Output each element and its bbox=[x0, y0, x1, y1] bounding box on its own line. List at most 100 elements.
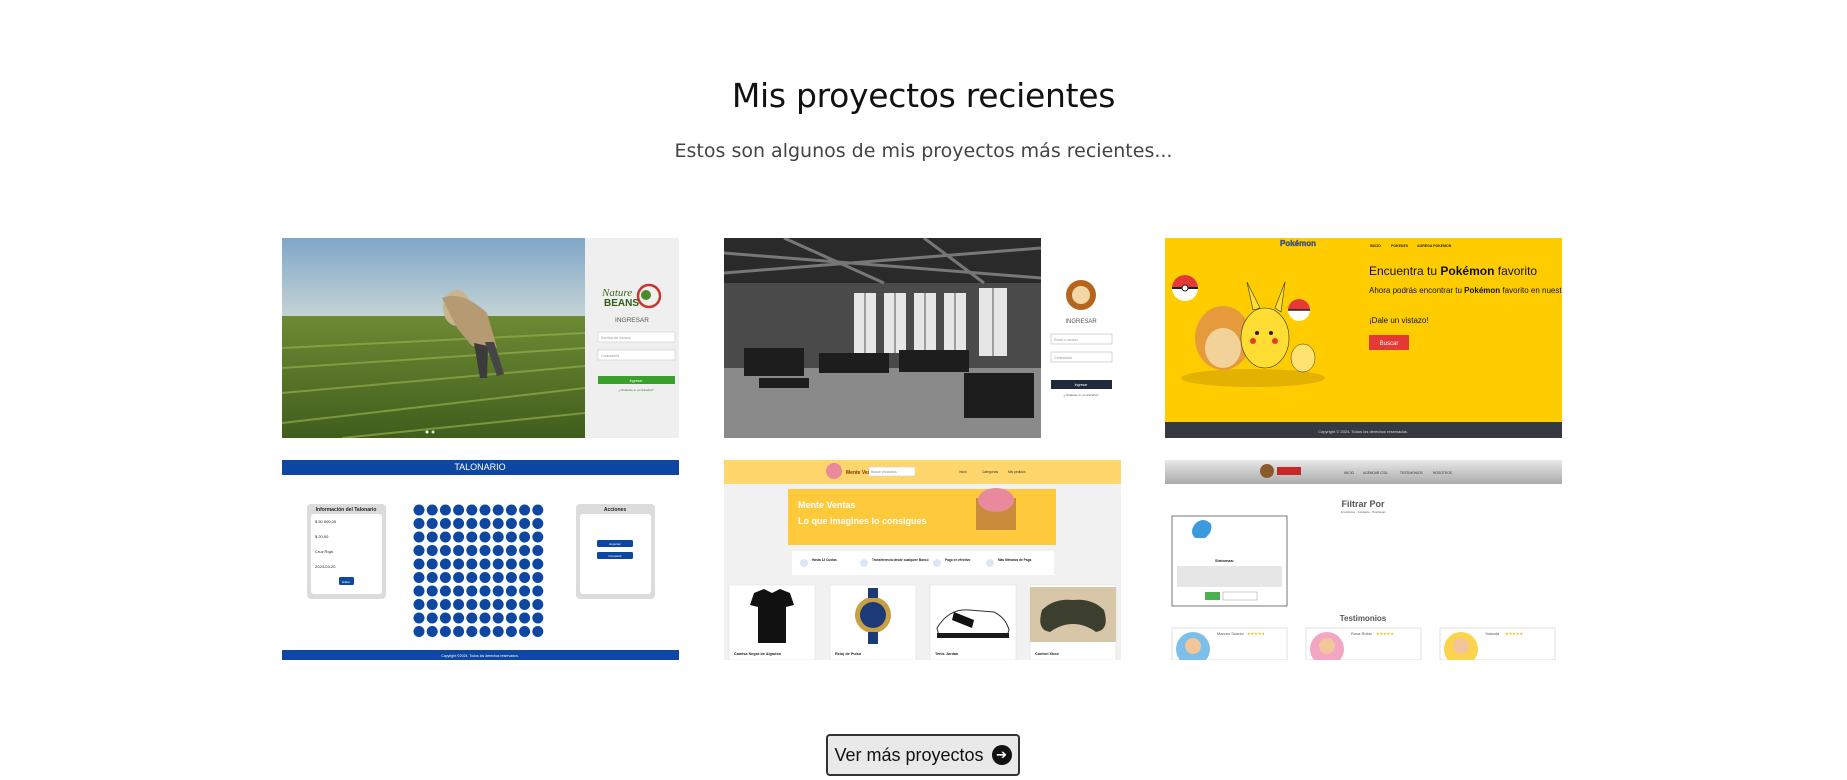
tal-number-cell bbox=[439, 504, 451, 516]
nb-login-button: Ingresar bbox=[630, 379, 644, 383]
tal-number-cell bbox=[466, 545, 478, 556]
tal-number-cell bbox=[492, 558, 504, 570]
tal-number-cell bbox=[453, 599, 465, 610]
tal-number-cell bbox=[532, 518, 544, 529]
tal-number-cell bbox=[492, 518, 504, 529]
pk-nav-0: INICIO bbox=[1370, 244, 1381, 248]
tal-number-cell bbox=[466, 612, 478, 624]
tal-number-cell bbox=[519, 558, 531, 570]
tal-number-cell bbox=[439, 585, 451, 597]
tal-number-cell bbox=[453, 585, 465, 597]
ms-testimonial-1: Rosa Rubio bbox=[1351, 631, 1373, 636]
tal-number-cell bbox=[466, 585, 478, 597]
tal-number-cell bbox=[492, 531, 504, 543]
tal-number-cell bbox=[532, 572, 544, 583]
pk-heading-pre: Encuentra tu bbox=[1369, 264, 1440, 278]
project-card-mente-sana[interactable]: INICIO AGENDAR CITA TESTIMONIOS NOSOTROS… bbox=[1165, 460, 1562, 660]
project-card-talonario[interactable]: TALONARIO Información del Talonario $ 50… bbox=[282, 460, 679, 660]
pk-nav-1: POKEDEX bbox=[1391, 244, 1409, 248]
svg-text:Encuentra tu Pokémon favorito: Encuentra tu Pokémon favorito bbox=[1369, 264, 1537, 278]
pk-heading-post: favorito bbox=[1494, 264, 1537, 278]
tal-number-cell bbox=[453, 545, 465, 556]
mv-feature-1: Transferencia desde cualquier Banco bbox=[872, 558, 929, 562]
tal-number-cell bbox=[466, 626, 478, 637]
tal-info-row-3: 2024-03-20 bbox=[315, 564, 336, 569]
mv-product-1: Reloj de Pulso bbox=[835, 652, 862, 656]
gym-screenshot: INGRESAR Email o usuario Contraseña Ingr… bbox=[724, 238, 1121, 438]
mv-banner-1: Mente Ventas bbox=[798, 500, 856, 510]
ms-filter-title: Filtrar Por bbox=[1341, 499, 1385, 509]
tal-number-cell bbox=[505, 531, 517, 543]
tal-number-cell bbox=[532, 531, 544, 543]
project-card-nature-beans[interactable]: Nature BEANS INGRESAR Escriba del usuari… bbox=[282, 238, 679, 438]
tal-number-cell bbox=[532, 585, 544, 597]
tal-number-cell bbox=[439, 558, 451, 570]
tal-edit-button: Editar bbox=[342, 580, 350, 584]
tal-number-cell bbox=[532, 558, 544, 570]
ms-nav-1: AGENDAR CITA bbox=[1363, 471, 1388, 475]
tal-number-cell bbox=[519, 612, 531, 624]
tal-number-cell bbox=[453, 626, 465, 637]
tal-action-0: Exportar bbox=[609, 542, 620, 546]
tal-number-cell bbox=[479, 545, 491, 556]
pk-search-button: Buscar bbox=[1380, 341, 1399, 347]
tal-number-cell bbox=[439, 518, 451, 529]
tal-number-cell bbox=[492, 599, 504, 610]
pk-heading-bold: Pokémon bbox=[1440, 264, 1494, 278]
tal-number-cell bbox=[519, 572, 531, 583]
tal-number-cell bbox=[439, 626, 451, 637]
tal-number-cell bbox=[426, 504, 438, 516]
tal-number-cell bbox=[426, 531, 438, 543]
tal-number-cell bbox=[492, 545, 504, 556]
ms-doctor-text: Síntomas: bbox=[1215, 558, 1234, 563]
project-card-gym[interactable]: INGRESAR Email o usuario Contraseña Ingr… bbox=[724, 238, 1121, 438]
project-card-pokedex[interactable]: Pokémon INICIO POKEDEX AGREGA POKEMON En… bbox=[1165, 238, 1562, 438]
mv-feature-3: Más Métodos de Pago bbox=[998, 558, 1032, 562]
ms-stars-2: ★★★★★ bbox=[1505, 631, 1523, 636]
tal-number-cell bbox=[413, 558, 425, 570]
mv-nav-2: Mis pedidos bbox=[1008, 470, 1026, 474]
tal-info-row-0: $ 50.000,00 bbox=[315, 519, 337, 524]
tal-number-cell bbox=[505, 518, 517, 529]
ms-stars-0: ★★★★★ bbox=[1247, 631, 1265, 636]
tal-number-cell bbox=[532, 626, 544, 637]
tal-number-cell bbox=[505, 504, 517, 516]
tal-number-cell bbox=[479, 585, 491, 597]
svg-text:Ahora podrás encontrar tu Poké: Ahora podrás encontrar tu Pokémon favori… bbox=[1369, 286, 1562, 295]
gym-pass-field: Contraseña bbox=[1054, 356, 1072, 360]
project-card-mente-ventas[interactable]: Mente Ventas Buscar productos Inicio Cat… bbox=[724, 460, 1121, 660]
mv-search: Buscar productos bbox=[871, 470, 897, 474]
tal-number-cell bbox=[413, 545, 425, 556]
tal-number-cell bbox=[413, 518, 425, 529]
tal-number-cell bbox=[479, 504, 491, 516]
tal-number-cell bbox=[439, 545, 451, 556]
tal-number-cell bbox=[453, 504, 465, 516]
tal-number-cell bbox=[519, 585, 531, 597]
nb-user-field: Escriba del usuario bbox=[601, 336, 631, 340]
pk-text2: ¡Dale un vistazo! bbox=[1369, 316, 1429, 325]
tal-number-cell bbox=[466, 599, 478, 610]
tal-number-cell bbox=[426, 572, 438, 583]
tal-action-1: Compartir bbox=[608, 554, 621, 558]
tal-number-cell bbox=[479, 531, 491, 543]
gym-forgot-link: ¿Olvidaste tu contraseña? bbox=[1063, 393, 1098, 397]
ms-nav-2: TESTIMONIOS bbox=[1400, 471, 1424, 475]
tal-number-cell bbox=[439, 599, 451, 610]
tal-number-cell bbox=[519, 504, 531, 516]
tal-number-cell bbox=[466, 558, 478, 570]
tal-number-cell bbox=[492, 504, 504, 516]
tal-number-cell bbox=[519, 545, 531, 556]
tal-number-cell bbox=[505, 545, 517, 556]
tal-footer: Copyright ©2024. Todos los derechos rese… bbox=[441, 654, 519, 658]
tal-number-cell bbox=[413, 626, 425, 637]
tal-number-cell bbox=[413, 599, 425, 610]
more-projects-button[interactable]: Ver más proyectos ➔ bbox=[826, 734, 1020, 776]
tal-number-cell bbox=[453, 612, 465, 624]
nature-beans-screenshot: Nature BEANS INGRESAR Escriba del usuari… bbox=[282, 238, 679, 438]
pk-text-post: favorito en nuestra Pokédex. bbox=[1500, 286, 1562, 295]
ms-testimonial-0: Marcos Suarez bbox=[1217, 631, 1244, 636]
tal-actions-title: Acciones bbox=[604, 507, 626, 513]
tal-info-row-1: $ 20,00 bbox=[315, 534, 329, 539]
mv-feature-0: Hasta 12 Cuotas bbox=[812, 558, 837, 562]
pk-text-pre: Ahora podrás encontrar tu bbox=[1369, 286, 1464, 295]
